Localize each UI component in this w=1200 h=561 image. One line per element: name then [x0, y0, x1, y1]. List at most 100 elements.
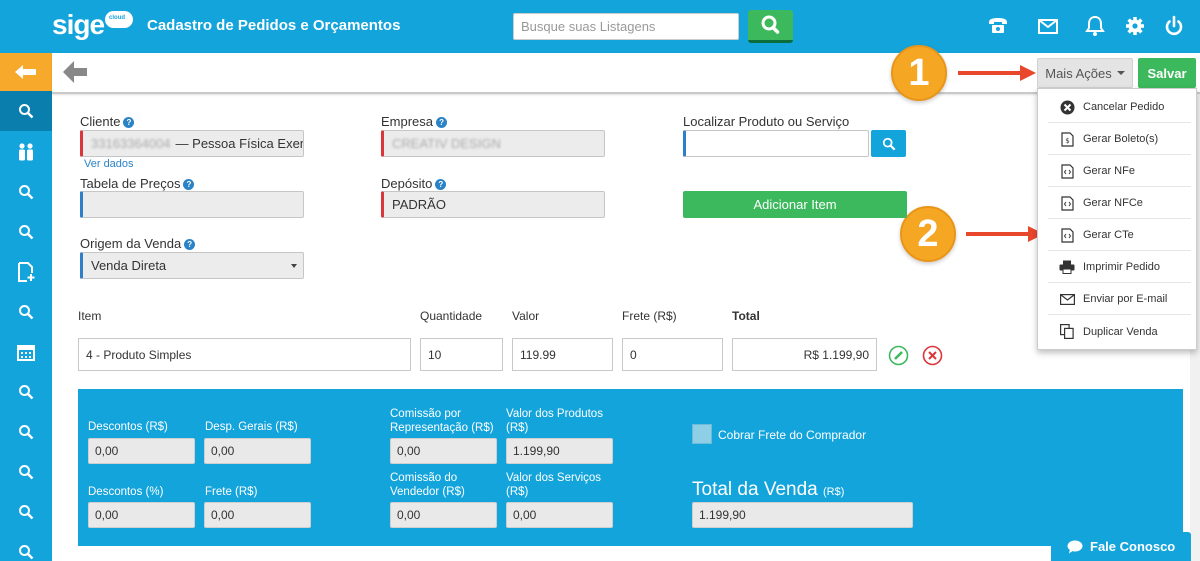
search-button[interactable] [748, 10, 793, 43]
copy-icon [1059, 324, 1075, 340]
menu-item-enviar-email[interactable]: Enviar por E-mail [1048, 284, 1191, 315]
sidebar-item-search-6[interactable] [0, 412, 52, 452]
search-icon [19, 104, 34, 119]
col-header-total: Total [732, 309, 760, 323]
descontos-pct-field[interactable]: 0,00 [88, 502, 195, 528]
back-button[interactable] [63, 61, 89, 86]
help-icon[interactable]: ? [436, 117, 448, 128]
help-icon[interactable]: ? [184, 239, 196, 250]
sidebar-item-new-document[interactable] [0, 252, 52, 292]
total-venda-field[interactable]: 1.199,90 [692, 502, 913, 528]
search-icon [882, 137, 895, 150]
menu-item-gerar-nfe[interactable]: Gerar NFe [1048, 156, 1191, 187]
sidebar-item-search-5[interactable] [0, 372, 52, 412]
sidebar-item-search-8[interactable] [0, 492, 52, 532]
deposito-field[interactable]: PADRÃO [381, 191, 605, 218]
gear-icon[interactable] [1123, 14, 1147, 38]
valor-servicos-field[interactable]: 0,00 [506, 502, 613, 528]
comissao-representacao-field[interactable]: 0,00 [390, 438, 497, 464]
sidebar-item-search-9[interactable] [0, 532, 52, 561]
menu-item-gerar-cte[interactable]: Gerar CTe [1048, 220, 1191, 251]
sige-logo[interactable]: sige cloud [52, 9, 134, 41]
localizar-produto-input[interactable] [683, 130, 869, 157]
localizar-search-button[interactable] [871, 130, 906, 157]
frete-input[interactable]: 0 [622, 338, 723, 371]
listing-search-input[interactable] [513, 13, 739, 40]
cancel-circle-icon [1059, 99, 1075, 115]
origem-venda-select[interactable]: Venda Direta [80, 252, 304, 279]
phone-icon[interactable] [986, 14, 1010, 38]
help-icon[interactable]: ? [435, 179, 447, 190]
code-doc-icon [1059, 163, 1075, 179]
more-actions-dropdown: Cancelar Pedido $ Gerar Boleto(s) Gerar … [1037, 88, 1197, 350]
sidebar-item-search-7[interactable] [0, 452, 52, 492]
sidebar-item-search-2[interactable] [0, 172, 52, 212]
cliente-field[interactable]: 33163364004— Pessoa Física Exem [80, 130, 304, 157]
page-title: Cadastro de Pedidos e Orçamentos [147, 17, 401, 34]
callout-badge-1: 1 [891, 45, 947, 101]
sidebar-item-back[interactable] [0, 53, 52, 91]
search-icon [19, 385, 34, 400]
fale-conosco-button[interactable]: Fale Conosco [1051, 532, 1191, 561]
cliente-label: Cliente? [80, 114, 135, 129]
menu-item-imprimir-pedido[interactable]: Imprimir Pedido [1048, 252, 1191, 283]
save-button[interactable]: Salvar [1138, 58, 1196, 88]
svg-text:$: $ [1065, 137, 1069, 145]
envelope-icon [1059, 291, 1075, 307]
empresa-field[interactable]: CREATIV DESIGN [381, 130, 605, 157]
menu-item-duplicar-venda[interactable]: Duplicar Venda [1048, 316, 1191, 347]
code-doc-icon [1059, 227, 1075, 243]
help-icon[interactable]: ? [183, 179, 195, 190]
descontos-pct-label: Descontos (%) [88, 486, 164, 498]
mail-icon[interactable] [1036, 14, 1060, 38]
total-input[interactable]: R$ 1.199,90 [732, 338, 877, 371]
col-header-valor: Valor [512, 309, 540, 323]
search-icon [19, 425, 34, 440]
callout-badge-2: 2 [900, 206, 956, 262]
cobrar-frete-checkbox[interactable] [692, 424, 712, 444]
valor-input[interactable]: 119.99 [512, 338, 613, 371]
search-icon [19, 505, 34, 520]
sidebar-item-people[interactable] [0, 132, 52, 172]
edit-pencil-icon[interactable] [888, 345, 909, 366]
search-icon [19, 185, 34, 200]
sidebar-item-search-4[interactable] [0, 292, 52, 332]
quantidade-input[interactable]: 10 [420, 338, 503, 371]
comissao-vendedor-field[interactable]: 0,00 [390, 502, 497, 528]
tabela-precos-label: Tabela de Preços? [80, 176, 195, 191]
col-header-item: Item [78, 309, 102, 323]
desp-gerais-field[interactable]: 0,00 [204, 438, 311, 464]
bell-icon[interactable] [1083, 14, 1107, 38]
cobrar-frete-label: Cobrar Frete do Comprador [718, 428, 867, 442]
desp-gerais-label: Desp. Gerais (R$) [205, 421, 298, 433]
valor-produtos-field[interactable]: 1.199,90 [506, 438, 613, 464]
sidebar-item-search[interactable] [0, 91, 52, 131]
comissao-vendedor-label: Comissão do Vendedor (R$) [390, 472, 465, 498]
descontos-rs-field[interactable]: 0,00 [88, 438, 195, 464]
sidebar-item-calendar[interactable] [0, 332, 52, 372]
frete-field[interactable]: 0,00 [204, 502, 311, 528]
search-icon [19, 465, 34, 480]
code-doc-icon [1059, 195, 1075, 211]
help-icon[interactable]: ? [123, 117, 135, 128]
col-header-frete: Frete (R$) [622, 309, 677, 323]
valor-produtos-label: Valor dos Produtos (R$) [506, 408, 603, 434]
remove-item-icon[interactable] [922, 345, 943, 366]
totals-panel: Descontos (R$) 0,00 Desp. Gerais (R$) 0,… [78, 389, 1183, 546]
tabela-precos-field[interactable] [80, 191, 304, 218]
adicionar-item-button[interactable]: Adicionar Item [683, 191, 907, 218]
power-icon[interactable] [1162, 14, 1186, 38]
search-icon [19, 305, 34, 320]
people-icon [19, 143, 33, 161]
ver-dados-link[interactable]: Ver dados [84, 158, 134, 170]
menu-item-cancelar-pedido[interactable]: Cancelar Pedido [1048, 92, 1191, 123]
sidebar-item-search-3[interactable] [0, 212, 52, 252]
search-icon [19, 225, 34, 240]
menu-item-gerar-nfce[interactable]: Gerar NFCe [1048, 188, 1191, 219]
item-input[interactable]: 4 - Produto Simples [78, 338, 411, 371]
frete-label: Frete (R$) [205, 486, 258, 498]
localizar-produto-label: Localizar Produto ou Serviço [683, 114, 850, 129]
menu-item-gerar-boletos[interactable]: $ Gerar Boleto(s) [1048, 124, 1191, 155]
empresa-label: Empresa? [381, 114, 448, 129]
more-actions-button[interactable]: Mais Ações [1037, 58, 1133, 88]
